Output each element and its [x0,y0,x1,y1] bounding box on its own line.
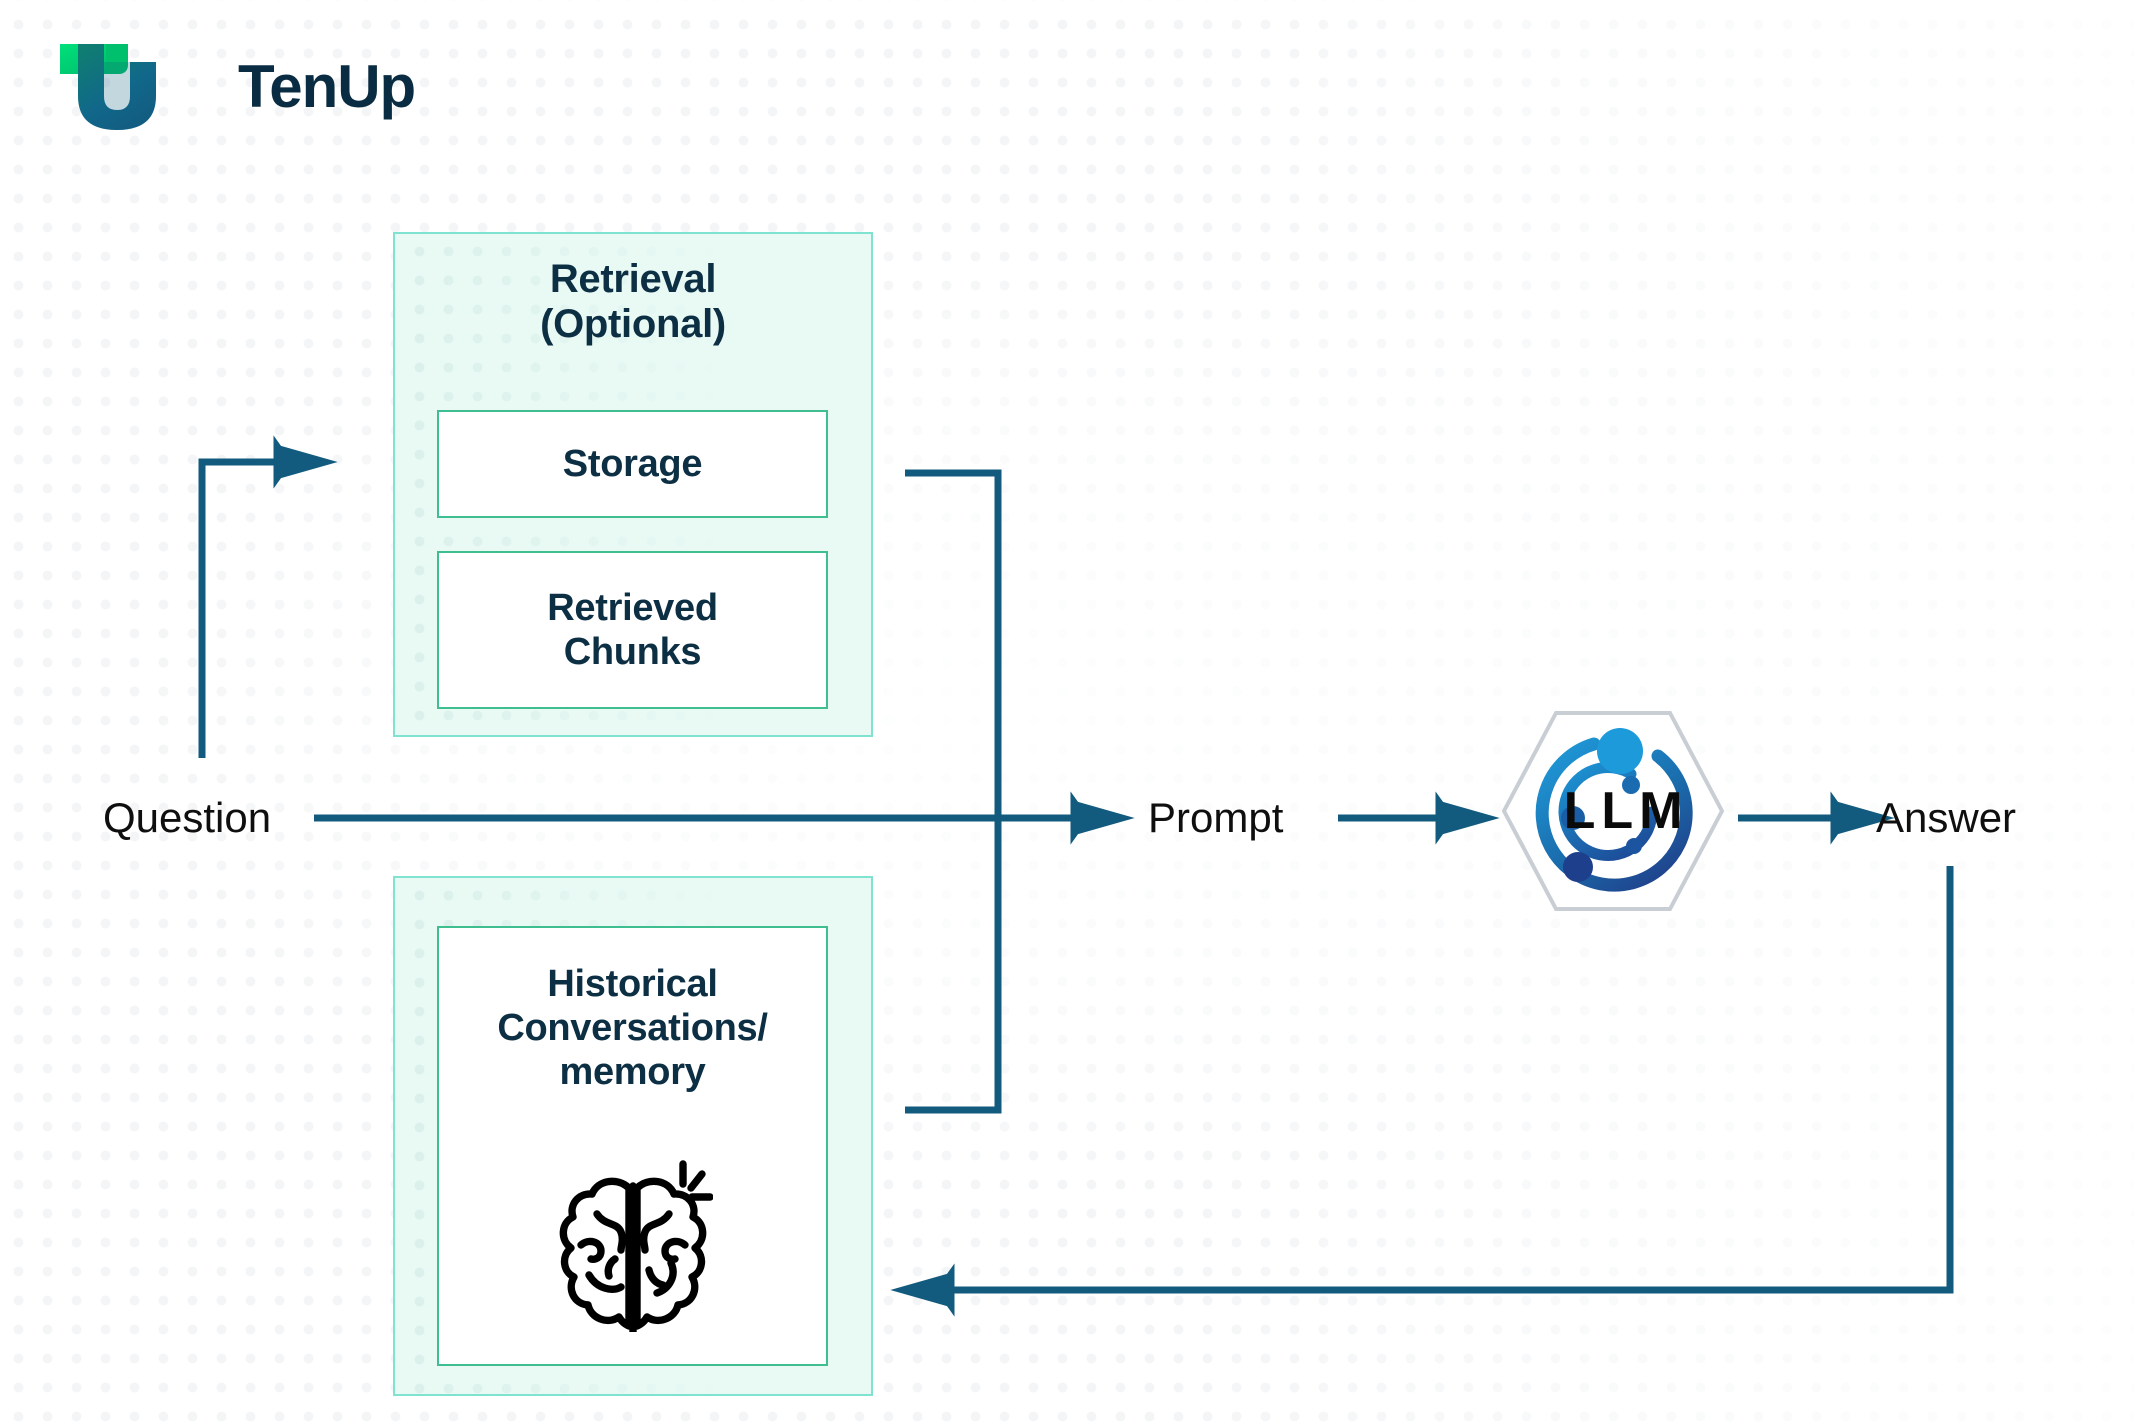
tenup-logo: TenUp [60,38,416,130]
connector-bus-retrieval-memory [905,469,1002,1114]
retrieved-chunks-box[interactable]: Retrieved Chunks [437,551,828,709]
historical-memory-box[interactable]: Historical Conversations/ memory [437,926,828,1366]
retrieval-title-line-1: Retrieval [549,257,717,301]
brain-icon [559,1160,713,1332]
answer-label: Answer [1876,794,2017,841]
memory-line-1: Historical [547,963,718,1005]
retrieved-chunks-line-2: Chunks [563,631,702,673]
retrieved-chunks-line-1: Retrieved [547,586,718,629]
orbit-node-top [1597,728,1643,774]
llm-text-label: LLM [1564,782,1689,840]
memory-line-3: memory [559,1051,706,1094]
retrieval-panel-title: Retrieval (Optional) [395,234,871,347]
question-label: Question [103,794,272,841]
storage-box[interactable]: Storage [437,410,828,518]
arrow-feedback-to-retrieval [198,435,338,758]
retrieval-title-line-2: (Optional) [540,301,726,346]
dot-pattern-background [0,0,2134,1422]
memory-line-2: Conversations/ [497,1007,768,1050]
arrow-answer-to-memory [890,866,1954,1317]
orbit-node-inner-bottom [1626,838,1642,854]
retrieved-chunks-box-label: Retrieved Chunks [547,586,718,674]
tenup-logo-text: TenUp [238,53,416,120]
llm-node[interactable]: LLM [1500,706,1726,916]
background-fade-overlay [0,0,2134,1422]
orbit-node-bottom [1563,852,1593,882]
historical-memory-label: Historical Conversations/ memory [439,962,826,1094]
llm-hexagon-icon: LLM [1501,711,1725,911]
storage-box-label: Storage [562,442,703,485]
brain-icon-container [439,1160,826,1332]
connector-lines [198,435,1954,1317]
prompt-label: Prompt [1148,794,1284,841]
diagram-canvas: TenUp Retrieval (Optional) Storage Retri… [0,0,2134,1422]
